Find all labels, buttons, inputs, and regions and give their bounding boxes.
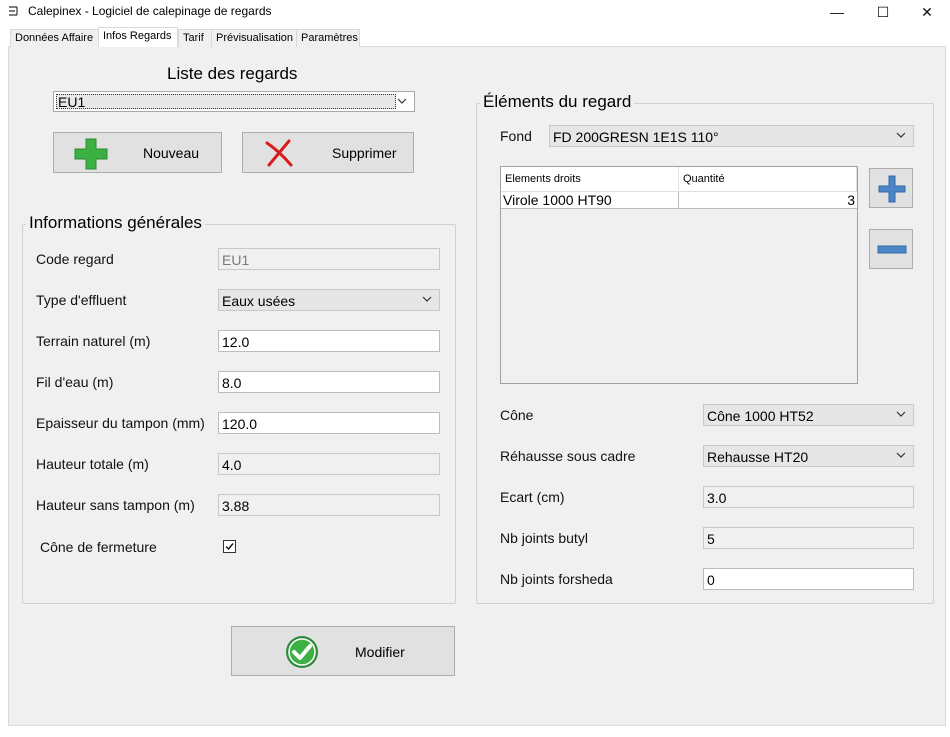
cone-fermeture-label: Cône de fermeture [40,539,157,555]
tab-infos-regards[interactable]: Infos Regards [98,27,178,47]
minimize-icon: — [830,4,844,20]
regard-select[interactable]: EU1 [53,91,415,112]
maximize-icon: ☐ [876,3,890,20]
epaisseur-input[interactable]: 120.0 [218,412,440,434]
ecart-field: 3.0 [703,486,914,508]
chevron-down-icon [896,452,906,458]
chevron-down-icon [422,296,432,302]
forsheda-label: Nb joints forsheda [500,571,613,587]
column-header-elements[interactable]: Elements droits [501,167,679,192]
maximize-button[interactable]: ☐ [860,0,906,24]
cone-value: Cône 1000 HT52 [707,408,814,424]
plus-icon [878,175,906,203]
forsheda-input[interactable]: 0 [703,568,914,590]
chevron-down-icon [397,98,407,104]
rehausse-select[interactable]: Rehausse HT20 [703,445,914,467]
epaisseur-label: Epaisseur du tampon (mm) [36,415,205,431]
close-icon: ✕ [921,3,933,20]
fond-select[interactable]: FD 200GRESN 1E1S 110° [549,125,914,147]
modify-label: Modifier [355,644,405,660]
table-cell-quantite[interactable]: 3 [679,192,857,209]
cone-fermeture-checkbox[interactable] [223,540,236,553]
close-button[interactable]: ✕ [904,0,950,24]
fond-label: Fond [500,128,532,144]
fil-label: Fil d'eau (m) [36,374,114,390]
butyl-field: 5 [703,527,914,549]
elements-table[interactable]: Elements droits Quantité Virole 1000 HT9… [500,166,858,384]
tab-label: Paramètres [301,32,358,44]
chevron-down-icon [896,132,906,138]
tab-label: Données Affaire [15,32,94,44]
remove-element-button[interactable] [869,229,913,269]
effluent-select[interactable]: Eaux usées [218,289,440,311]
regards-heading: Liste des regards [167,64,298,83]
cone-label: Cône [500,407,534,423]
tab-parametres[interactable]: Paramètres [296,29,360,47]
new-regard-button[interactable]: Nouveau [53,132,222,173]
title-bar: Calepinex - Logiciel de calepinage de re… [0,0,950,24]
hauteur-totale-label: Hauteur totale (m) [36,456,149,472]
column-header-quantite[interactable]: Quantité [679,167,857,192]
rehausse-value: Rehausse HT20 [707,449,809,465]
effluent-value: Eaux usées [222,293,296,309]
check-icon [225,543,234,551]
checkmark-circle-icon [286,636,318,668]
regard-select-value: EU1 [58,94,86,110]
table-cell-element[interactable]: Virole 1000 HT90 [501,192,679,209]
code-field: EU1 [218,248,440,270]
new-regard-label: Nouveau [143,145,200,161]
modify-button[interactable]: Modifier [231,626,455,676]
terrain-label: Terrain naturel (m) [36,333,151,349]
rehausse-label: Réhausse sous cadre [500,448,636,464]
tab-label: Prévisualisation [216,32,294,44]
info-heading: Informations générales [26,213,205,233]
hauteur-sans-field: 3.88 [218,494,440,516]
butyl-label: Nb joints butyl [500,530,588,546]
ecart-label: Ecart (cm) [500,489,565,505]
tab-tarif[interactable]: Tarif [178,29,212,47]
fond-value: FD 200GRESN 1E1S 110° [553,129,719,145]
fil-input[interactable]: 8.0 [218,371,440,393]
hauteur-sans-label: Hauteur sans tampon (m) [36,497,195,513]
tab-bar: Données Affaire Infos Regards Tarif Prév… [0,27,950,47]
terrain-input[interactable]: 12.0 [218,330,440,352]
window-title: Calepinex - Logiciel de calepinage de re… [28,4,272,18]
code-label: Code regard [36,251,114,267]
hauteur-totale-field: 4.0 [218,453,440,475]
delete-regard-label: Supprimer [332,145,397,161]
minus-icon [877,245,907,254]
tab-previsualisation[interactable]: Prévisualisation [211,29,297,47]
delete-icon [265,139,293,167]
delete-regard-button[interactable]: Supprimer [242,132,414,173]
chevron-down-icon [896,411,906,417]
app-icon [9,6,18,16]
tab-label: Tarif [183,32,204,44]
tab-label: Infos Regards [103,30,172,42]
add-element-button[interactable] [869,168,913,208]
tab-donnees-affaire[interactable]: Données Affaire [10,29,99,47]
elements-heading: Éléments du regard [480,92,635,112]
effluent-label: Type d'effluent [36,292,127,308]
plus-icon [74,138,108,170]
minimize-button[interactable]: — [814,0,860,24]
cone-select[interactable]: Cône 1000 HT52 [703,404,914,426]
